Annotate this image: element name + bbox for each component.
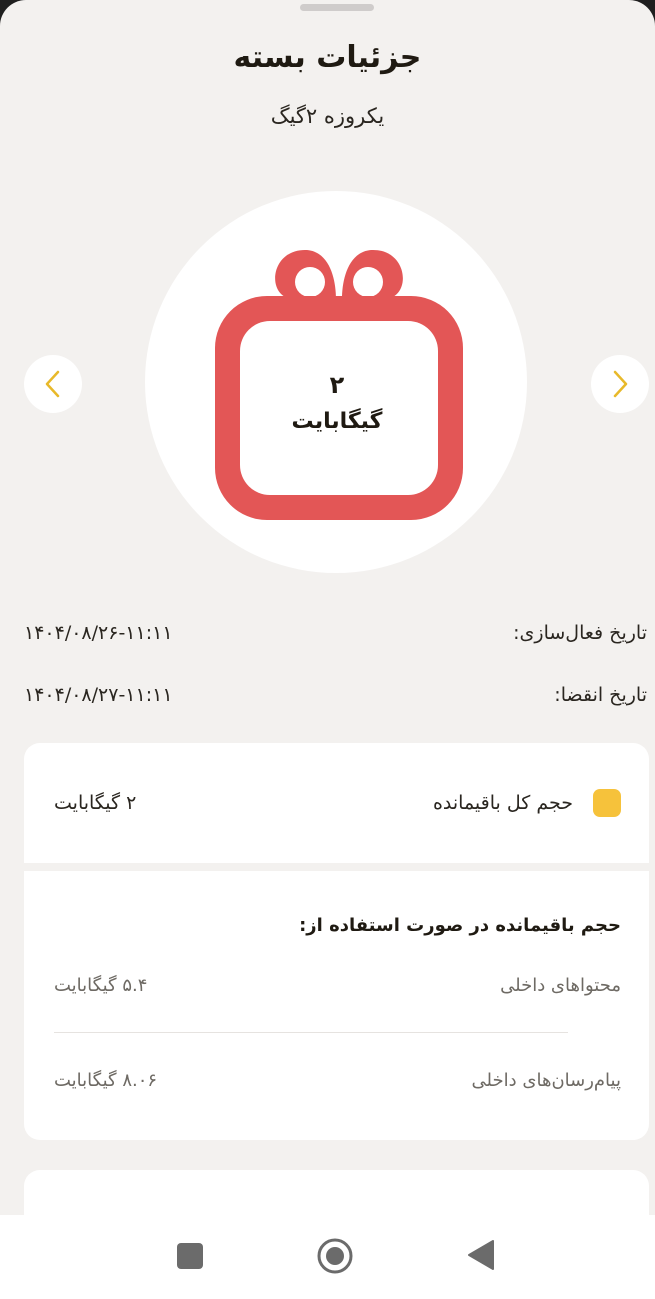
internal-content-value: ۵.۴ گیگابایت (54, 974, 148, 996)
internal-content-label: محتواهای داخلی (500, 974, 621, 996)
usage-row-internal-messengers: ۸.۰۶ گیگابایت پیام‌رسان‌های داخلی (54, 1065, 621, 1095)
chevron-right-icon (613, 370, 628, 398)
package-name: یکروزه ۲گیگ (270, 104, 385, 128)
gift-amount: ۲ (329, 371, 345, 399)
usage-row-internal-content: ۵.۴ گیگابایت محتواهای داخلی (54, 970, 621, 1000)
triangle-back-icon[interactable] (466, 1239, 496, 1271)
carousel-prev-button[interactable] (24, 355, 82, 413)
usage-heading: حجم باقیمانده در صورت استفاده از: (299, 915, 621, 936)
activation-date-row: ۱۴۰۴/۰۸/۲۶-۱۱:۱۱ تاریخ فعال‌سازی: (24, 618, 647, 648)
usage-breakdown-card: حجم باقیمانده در صورت استفاده از: ۵.۴ گی… (24, 871, 649, 1140)
internal-messengers-value: ۸.۰۶ گیگابایت (54, 1069, 158, 1091)
expiry-date-row: ۱۴۰۴/۰۸/۲۷-۱۱:۱۱ تاریخ انقضا: (24, 680, 647, 710)
drag-handle[interactable] (300, 4, 374, 11)
internal-messengers-label: پیام‌رسان‌های داخلی (471, 1069, 621, 1091)
total-remaining-value: ۲ گیگابایت (54, 792, 137, 814)
system-navigation-bar (0, 1215, 655, 1299)
total-remaining-label: حجم کل باقیمانده (432, 792, 573, 814)
expiry-date-value: ۱۴۰۴/۰۸/۲۷-۱۱:۱۱ (24, 684, 173, 706)
gift-amount-label: ۲ گیگابایت (240, 368, 434, 442)
package-details-sheet: جزئیات بسته یکروزه ۲گیگ ۲ گیگابایت ۱۴۰۴/… (0, 0, 655, 1215)
expiry-date-label: تاریخ انقضا: (554, 684, 647, 706)
activation-date-value: ۱۴۰۴/۰۸/۲۶-۱۱:۱۱ (24, 622, 173, 644)
square-icon[interactable] (176, 1242, 204, 1270)
divider (54, 1032, 568, 1033)
carousel-next-button[interactable] (591, 355, 649, 413)
circle-home-icon[interactable] (316, 1237, 354, 1275)
chevron-left-icon (45, 370, 60, 398)
page-title: جزئیات بسته (233, 40, 422, 75)
total-remaining-card: ۲ گیگابایت حجم کل باقیمانده (24, 743, 649, 863)
activation-date-label: تاریخ فعال‌سازی: (513, 622, 647, 644)
gift-unit: گیگابایت (291, 409, 383, 434)
additional-card (24, 1170, 649, 1215)
legend-marker-icon (593, 789, 621, 817)
